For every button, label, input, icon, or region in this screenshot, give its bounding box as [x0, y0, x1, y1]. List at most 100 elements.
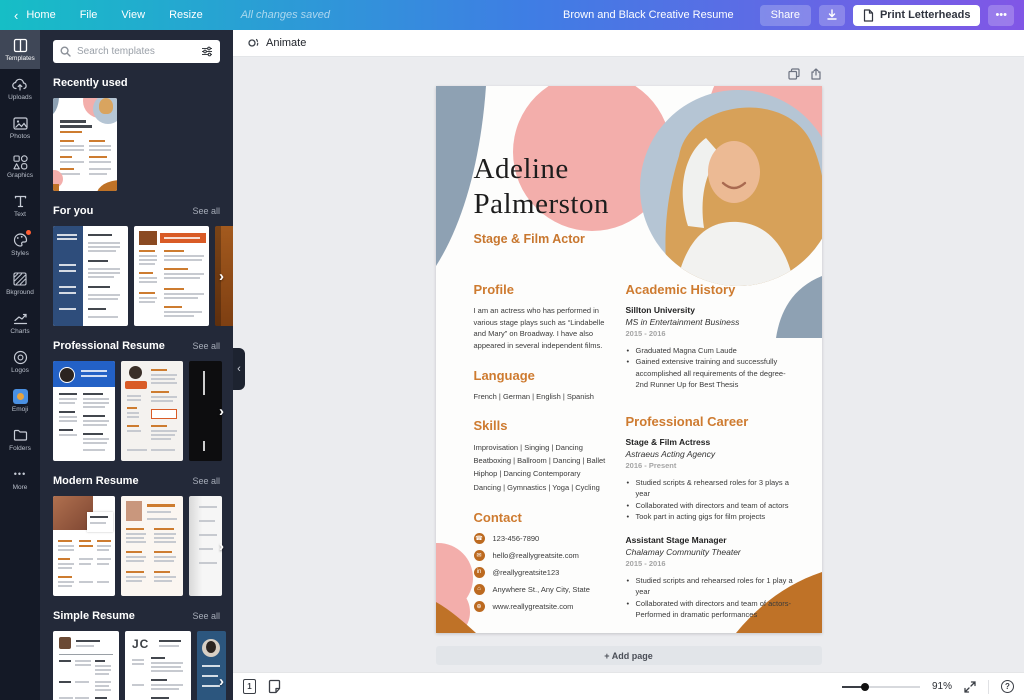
document-title[interactable]: Brown and Black Creative Resume	[563, 9, 734, 21]
sidebar-item-emoji[interactable]: Emoji	[0, 381, 40, 420]
contact-row: ☎ 123-456-7890	[474, 533, 616, 544]
share-button[interactable]: Share	[760, 5, 811, 26]
duplicate-page-icon[interactable]	[788, 68, 800, 80]
sidebar-item-photos[interactable]: Photos	[0, 108, 40, 147]
template-thumbnail[interactable]	[134, 226, 209, 326]
sidebar-item-graphics[interactable]: Graphics	[0, 147, 40, 186]
back-chevron-icon[interactable]: ‹	[14, 8, 18, 23]
templates-icon	[13, 37, 28, 53]
carousel-next-chevron[interactable]: ›	[219, 538, 224, 555]
template-thumbnail[interactable]: JC	[125, 631, 191, 700]
contact-row: ⊕ www.reallygreatsite.com	[474, 601, 616, 612]
contact-row: ✉ hello@reallygreatsite.com	[474, 550, 616, 561]
print-letterheads-button[interactable]: Print Letterheads	[853, 5, 980, 26]
career-entry: Assistant Stage Manager Chalamay Communi…	[626, 535, 798, 620]
upload-cloud-icon	[12, 76, 28, 92]
jc-initials: JC	[132, 637, 149, 651]
page-manager-icon[interactable]: 1	[243, 679, 256, 694]
template-thumbnail[interactable]	[53, 226, 128, 326]
resume-left-column[interactable]: Profile I am an actress who has performe…	[474, 282, 616, 612]
profile-photo	[665, 108, 822, 286]
academic-entry: Sillton University MS in Entertainment B…	[626, 305, 798, 390]
sidebar-item-styles[interactable]: Styles	[0, 225, 40, 264]
top-menu-bar: ‹ Home File View Resize All changes save…	[0, 0, 1024, 30]
carousel-next-chevron[interactable]: ›	[219, 268, 224, 285]
photos-icon	[13, 115, 28, 131]
sidebar-item-templates[interactable]: Templates	[0, 30, 40, 69]
menu-file[interactable]: File	[80, 9, 98, 21]
sidebar-item-text[interactable]: Text	[0, 186, 40, 225]
canvas-area[interactable]: Adeline Palmerston Stage & Film Actor Pr…	[233, 58, 1024, 672]
animate-button[interactable]: Animate	[245, 36, 306, 50]
template-thumbnail[interactable]	[53, 496, 115, 596]
resume-role[interactable]: Stage & Film Actor	[474, 232, 585, 246]
carousel-next-chevron[interactable]: ›	[219, 673, 224, 690]
help-icon[interactable]: ?	[1001, 680, 1014, 693]
resume-name[interactable]: Adeline Palmerston	[474, 152, 610, 222]
professional-row: ›	[53, 361, 220, 461]
career-entry: Stage & Film Actress Astraeus Acting Age…	[626, 437, 798, 522]
section-title-professional: Professional Resume	[53, 340, 165, 352]
menu-view[interactable]: View	[121, 9, 145, 21]
zoom-slider-thumb[interactable]	[861, 683, 869, 691]
skills-line: Hiphop | Dancing Contemporary	[474, 467, 616, 480]
panel-collapse-handle[interactable]: ‹	[233, 348, 245, 390]
see-all-modern[interactable]: See all	[192, 476, 220, 486]
bullet-item: Gained extensive training and successful…	[626, 356, 798, 390]
profile-heading: Profile	[474, 282, 616, 297]
see-all-professional[interactable]: See all	[192, 341, 220, 351]
template-thumbnail-recent-resume[interactable]	[53, 98, 117, 191]
export-page-icon[interactable]	[810, 68, 822, 80]
sidebar-item-logos[interactable]: Logos	[0, 342, 40, 381]
for-you-row: ›	[53, 226, 220, 326]
bullet-item: Studied scripts and rehearsed roles for …	[626, 575, 798, 598]
email-icon: ✉	[474, 550, 485, 561]
add-page-button[interactable]: + Add page	[436, 646, 822, 665]
download-button[interactable]	[819, 5, 845, 26]
templates-panel: Recently used	[40, 30, 233, 700]
document-icon	[863, 9, 874, 22]
more-dots-icon: •••	[14, 466, 26, 482]
resume-page[interactable]: Adeline Palmerston Stage & Film Actor Pr…	[436, 86, 822, 633]
sidebar-rail: Templates Uploads Photos Graphics Text S…	[0, 30, 40, 700]
sidebar-item-uploads[interactable]: Uploads	[0, 69, 40, 108]
sidebar-item-charts[interactable]: Charts	[0, 303, 40, 342]
contact-row: ⌂ Anywhere St., Any City, State	[474, 584, 616, 595]
language-text: French | German | English | Spanish	[474, 391, 616, 403]
simple-row: JC ›	[53, 631, 220, 700]
sidebar-item-bkground[interactable]: Bkground	[0, 264, 40, 303]
resume-right-column[interactable]: Academic History Sillton University MS i…	[626, 282, 798, 633]
template-thumbnail[interactable]	[189, 361, 222, 461]
language-heading: Language	[474, 368, 616, 383]
menu-home[interactable]: Home	[26, 9, 55, 21]
folder-icon	[13, 427, 28, 443]
academic-heading: Academic History	[626, 282, 798, 297]
template-thumbnail[interactable]	[121, 496, 183, 596]
profile-text: I am an actress who has performed in var…	[474, 305, 616, 352]
carousel-next-chevron[interactable]: ›	[219, 403, 224, 420]
see-all-for-you[interactable]: See all	[192, 206, 220, 216]
more-options-button[interactable]: •••	[988, 5, 1014, 26]
filter-icon[interactable]	[201, 46, 213, 57]
career-heading: Professional Career	[626, 414, 798, 429]
menu-resize[interactable]: Resize	[169, 9, 203, 21]
template-thumbnail[interactable]	[121, 361, 183, 461]
text-icon	[14, 193, 27, 209]
download-icon	[826, 9, 838, 21]
search-input[interactable]	[77, 46, 201, 57]
template-thumbnail[interactable]	[53, 631, 119, 700]
sidebar-item-folders[interactable]: Folders	[0, 420, 40, 459]
background-texture-icon	[13, 271, 27, 287]
zoom-slider[interactable]	[842, 686, 920, 688]
see-all-simple[interactable]: See all	[192, 611, 220, 621]
template-thumbnail[interactable]	[215, 226, 233, 326]
status-bar: 1 91% ?	[233, 672, 1024, 700]
template-thumbnail[interactable]	[53, 361, 115, 461]
fullscreen-icon[interactable]	[964, 681, 976, 693]
notification-dot	[26, 230, 31, 235]
notes-icon[interactable]	[268, 679, 281, 694]
website-icon: ⊕	[474, 601, 485, 612]
template-thumbnail[interactable]	[189, 496, 222, 596]
sidebar-item-more[interactable]: ••• More	[0, 459, 40, 498]
charts-icon	[13, 310, 28, 326]
